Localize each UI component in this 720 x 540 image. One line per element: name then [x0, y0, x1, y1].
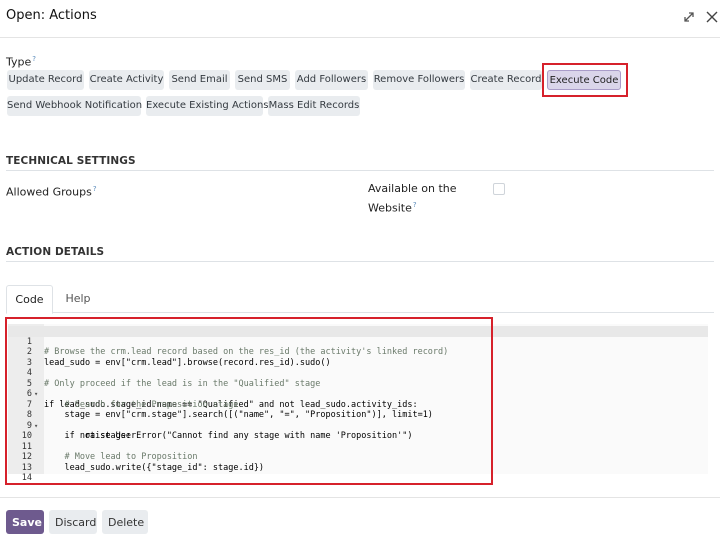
execute-code-highlight	[542, 63, 628, 97]
dialog-title: Open: Actions	[6, 8, 97, 23]
type-remove-followers[interactable]: Remove Followers	[373, 70, 465, 90]
type-create-record[interactable]: Create Record	[470, 70, 542, 90]
type-update-record[interactable]: Update Record	[7, 70, 84, 90]
expand-icon[interactable]	[680, 8, 698, 26]
tab-help[interactable]: Help	[56, 285, 100, 312]
save-button[interactable]: Save	[6, 510, 44, 534]
close-icon[interactable]	[703, 8, 720, 26]
action-details-title: ACTION DETAILS	[6, 246, 105, 258]
type-execute-existing[interactable]: Execute Existing Actions	[146, 96, 269, 116]
type-mass-edit[interactable]: Mass Edit Records	[268, 96, 360, 116]
delete-button[interactable]: Delete	[102, 510, 148, 534]
type-add-followers[interactable]: Add Followers	[295, 70, 368, 90]
dialog-header: Open: Actions	[0, 0, 720, 38]
available-website-help-icon[interactable]: ?	[413, 201, 417, 209]
tab-code[interactable]: Code	[6, 285, 53, 314]
type-send-email[interactable]: Send Email	[169, 70, 230, 90]
code-editor-highlight	[5, 317, 493, 485]
type-create-activity[interactable]: Create Activity	[89, 70, 164, 90]
footer-divider	[0, 497, 720, 498]
details-divider	[6, 261, 714, 262]
available-website-label: Available on the Website?	[368, 182, 457, 215]
allowed-groups-help-icon[interactable]: ?	[93, 185, 97, 193]
technical-settings-title: TECHNICAL SETTINGS	[6, 155, 136, 167]
discard-button[interactable]: Discard	[49, 510, 97, 534]
allowed-groups-label: Allowed Groups?	[6, 185, 97, 199]
type-send-sms[interactable]: Send SMS	[235, 70, 290, 90]
type-label: Type?	[6, 55, 36, 69]
technical-divider	[6, 170, 714, 171]
tab-line	[6, 312, 714, 313]
type-help-icon[interactable]: ?	[32, 55, 36, 63]
available-website-checkbox[interactable]	[493, 183, 505, 195]
type-send-webhook[interactable]: Send Webhook Notification	[7, 96, 142, 116]
